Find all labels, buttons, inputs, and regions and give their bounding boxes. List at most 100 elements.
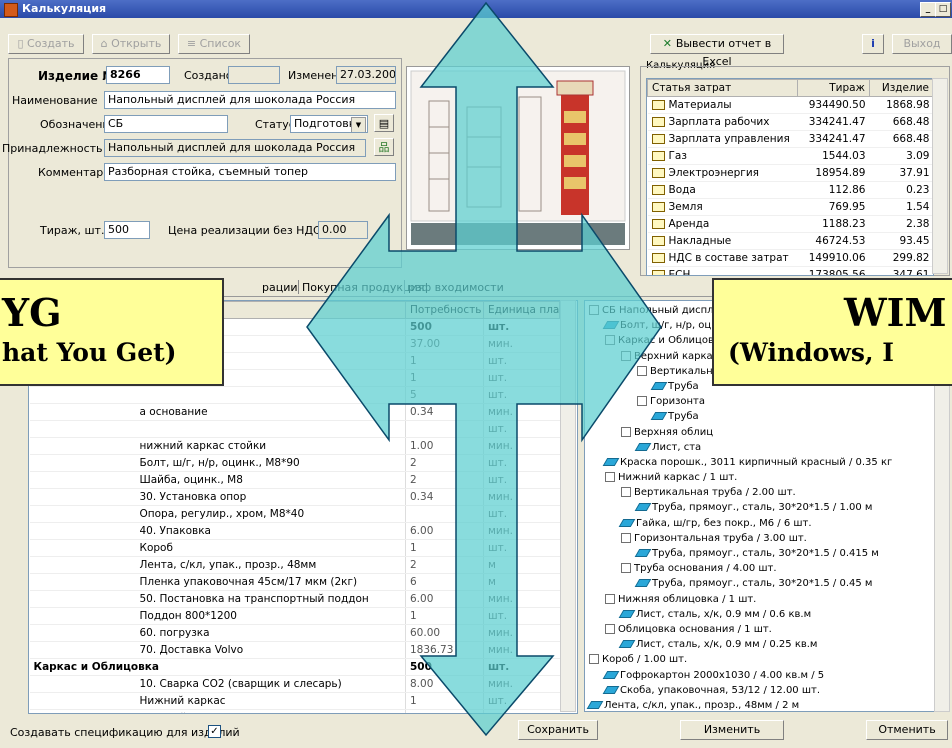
info-icon[interactable]: i	[862, 34, 884, 54]
tree-node[interactable]: Гофрокартон 2000х1030 / 4.00 кв.м / 5	[585, 668, 935, 683]
exit-button[interactable]: Выход	[892, 34, 952, 54]
ops-row[interactable]: Нижний каркас 1 шт.	[29, 692, 560, 710]
tree-node[interactable]: Облицовка основания / 1 шт.	[585, 622, 935, 637]
minimize-button[interactable]: _	[920, 2, 936, 17]
spec-checkbox[interactable]: ✓	[208, 725, 221, 738]
tree-node[interactable]: Труба, прямоуг., сталь, 30*20*1.5 / 0.41…	[585, 546, 935, 561]
maximize-button[interactable]: □	[935, 2, 951, 17]
ops-scrollbar[interactable]	[560, 300, 576, 712]
ops-row[interactable]: 10. Сварка CO2 (сварщик и слесарь) 8.00 ми…	[29, 675, 560, 693]
tab-graph[interactable]: раф входимости	[408, 281, 504, 294]
ops-row[interactable]: 70. Доставка Volvo 1836.73 мин.	[29, 641, 560, 659]
ops-row[interactable]: Шайба, оцинк., М8 2 шт.	[29, 471, 560, 489]
ops-row[interactable]: Болт, ш/г, н/р, оцинк., М8*90 2 шт.	[29, 454, 560, 472]
kalk-row[interactable]: Электроэнергия 18954.89 37.91	[647, 164, 933, 182]
kalk-row[interactable]: Зарплата рабочих 334241.47 668.48	[647, 113, 933, 131]
ops-header-unit[interactable]: Единица план.	[483, 301, 560, 319]
kalk-row[interactable]: НДС в составе затрат 149910.06 299.82	[647, 249, 933, 267]
create-button[interactable]: ▯ Создать	[8, 34, 84, 54]
tree-node[interactable]: Нижний каркас / 1 шт.	[585, 470, 935, 485]
tab-purchased[interactable]: Покупная продукция	[302, 281, 424, 294]
ops-row[interactable]: а основание 0.34 мин.	[29, 403, 560, 421]
ops-cell-unit: мин.	[483, 437, 560, 455]
ops-row[interactable]: Короб 1 шт.	[29, 539, 560, 557]
status-select[interactable]: Подготовка ▼	[290, 115, 368, 133]
ops-row[interactable]: 60. погрузка 60.00 мин.	[29, 624, 560, 642]
kalk-row[interactable]: ЕСН 173805.56 347.61	[647, 266, 933, 275]
kalk-row[interactable]: Земля 769.95 1.54	[647, 198, 933, 216]
ops-row[interactable]: Поддон 800*1200 1 шт.	[29, 607, 560, 625]
ops-row[interactable]: 50. Постановка на транспортный поддон 6.0…	[29, 590, 560, 608]
ops-row[interactable]: 40. Упаковка 6.00 мин.	[29, 522, 560, 540]
tree-node-label: Труба основания / 4.00 шт.	[634, 563, 777, 575]
kalk-row[interactable]: Вода 112.86 0.23	[647, 181, 933, 199]
tree-select-icon[interactable]: 品	[374, 138, 394, 156]
app-icon	[4, 3, 18, 17]
tree-node[interactable]: Труба, прямоуг., сталь, 30*20*1.5 / 0.45…	[585, 576, 935, 591]
tree-node[interactable]: Вертикальная труба / 2.00 шт.	[585, 485, 935, 500]
comment-field[interactable]: Разборная стойка, съемный топер	[104, 163, 396, 181]
tree-node[interactable]: Лист, ста	[585, 440, 935, 455]
ops-row[interactable]: Каркас и Облицовка 500 шт.	[29, 658, 560, 676]
tree-node[interactable]: Короб / 1.00 шт.	[585, 652, 935, 667]
ops-row[interactable]: Лента, с/кл, упак., прозр., 48мм 2 м	[29, 556, 560, 574]
kalk-row[interactable]: Зарплата управления 334241.47 668.48	[647, 130, 933, 148]
tab-operations[interactable]: рации	[262, 281, 298, 294]
list-button[interactable]: ≡ Список	[178, 34, 250, 54]
kalk-cell-unit: 0.23	[869, 181, 933, 199]
product-number-field[interactable]: 8266	[106, 66, 170, 84]
status-list-icon[interactable]: ▤	[374, 114, 394, 132]
tree-node[interactable]: Гайка, ш/гр, без покр., М6 / 6 шт.	[585, 516, 935, 531]
tree-node[interactable]: Краска порошк., 3011 кирпичный красный /…	[585, 455, 935, 470]
ops-row[interactable]: Опора, регулир., хром, М8*40 шт.	[29, 505, 560, 523]
tree-node[interactable]: Горизонта	[585, 394, 935, 409]
ops-row[interactable]: Верхний каркас1шт.	[29, 709, 560, 713]
kalk-row[interactable]: Газ 1544.03 3.09	[647, 147, 933, 165]
kalk-header-unit[interactable]: Изделие	[869, 79, 933, 97]
ops-cell-unit: шт.	[483, 505, 560, 523]
export-excel-button[interactable]: ✕ Вывести отчет в Excel	[650, 34, 784, 68]
ops-row[interactable]: Пленка упаковочная 45см/17 мкм (2кг) 6 м	[29, 573, 560, 591]
kalk-scrollbar[interactable]	[932, 78, 948, 274]
ops-row[interactable]: шт.	[29, 420, 560, 438]
ops-cell-need: 0.34	[405, 488, 484, 506]
tree-node[interactable]: Труба	[585, 409, 935, 424]
modified-field[interactable]: 27.03.2006	[336, 66, 396, 84]
tree-node[interactable]: Горизонтальная труба / 3.00 шт.	[585, 531, 935, 546]
created-field[interactable]	[228, 66, 280, 84]
ops-row[interactable]: 5 шт.	[29, 386, 560, 404]
price-field[interactable]: 0.00	[318, 221, 368, 239]
designation-field[interactable]: СБ	[104, 115, 228, 133]
kalk-row[interactable]: Аренда 1188.23 2.38	[647, 215, 933, 233]
tree-node[interactable]: Труба, прямоуг., сталь, 30*20*1.5 / 1.00…	[585, 500, 935, 515]
ops-header-need[interactable]: Потребность	[405, 301, 484, 319]
kalk-cell-item: НДС в составе затрат	[647, 249, 798, 267]
tree-node[interactable]: Верхняя облиц	[585, 425, 935, 440]
kalk-cell-unit: 37.91	[869, 164, 933, 182]
tree-node[interactable]: Лист, сталь, х/к, 0.9 мм / 0.25 кв.м	[585, 637, 935, 652]
tree-node[interactable]: Лист, сталь, х/к, 0.9 мм / 0.6 кв.м	[585, 607, 935, 622]
kalk-row[interactable]: Материалы 934490.50 1868.98	[647, 96, 933, 114]
tree-node-label: Нижняя облицовка / 1 шт.	[618, 593, 757, 605]
ops-row[interactable]: 30. Установка опор 0.34 мин.	[29, 488, 560, 506]
tree-node[interactable]: Лента, с/кл, упак., прозр., 48мм / 2 м	[585, 698, 935, 711]
kalk-header-item[interactable]: Статья затрат	[647, 79, 798, 97]
chevron-down-icon[interactable]: ▼	[351, 117, 366, 132]
belongs-field[interactable]: Напольный дисплей для шоколада Россия	[104, 139, 366, 157]
cancel-button[interactable]: Отменить	[866, 720, 948, 740]
tree-node[interactable]: Труба основания / 4.00 шт.	[585, 561, 935, 576]
ops-row[interactable]: нижний каркас стойки 1.00 мин.	[29, 437, 560, 455]
save-button[interactable]: Сохранить	[518, 720, 598, 740]
tree-node[interactable]: Нижняя облицовка / 1 шт.	[585, 592, 935, 607]
open-button[interactable]: ⌂ Открыть	[92, 34, 170, 54]
folder-icon	[651, 117, 665, 127]
edit-button[interactable]: Изменить	[680, 720, 784, 740]
tree-node[interactable]: Скоба, упаковочная, 53/12 / 12.00 шт.	[585, 683, 935, 698]
kalk-header-run[interactable]: Тираж	[797, 79, 870, 97]
tree-node-label: Труба, прямоуг., сталь, 30*20*1.5 / 0.45…	[652, 578, 873, 590]
run-field[interactable]: 500	[104, 221, 150, 239]
kalk-row[interactable]: Накладные 46724.53 93.45	[647, 232, 933, 250]
name-field[interactable]: Напольный дисплей для шоколада Россия	[104, 91, 396, 109]
tree-node-label: Гофрокартон 2000х1030 / 4.00 кв.м / 5	[620, 669, 825, 681]
kalk-table[interactable]: Статья затрат Тираж Изделие Материалы 934…	[646, 78, 934, 276]
